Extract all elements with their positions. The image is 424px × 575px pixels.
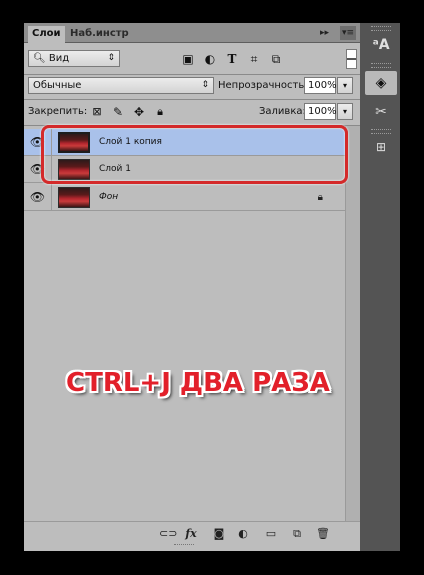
layers-icon[interactable]: ◈ bbox=[365, 71, 397, 95]
transform-icon[interactable]: ⌗ bbox=[246, 52, 262, 66]
blend-mode-value: Обычные bbox=[33, 80, 82, 91]
smart-object-icon[interactable]: ⧉ bbox=[268, 52, 284, 66]
text-icon[interactable]: T bbox=[224, 52, 240, 66]
opacity-input[interactable]: 100% bbox=[304, 77, 337, 94]
dock-grip[interactable] bbox=[371, 129, 391, 134]
layers-bottom-toolbar: ⊂⊃ fx ◙ ◐ ▭ ⧉ 🗑︎ bbox=[24, 521, 360, 551]
updown-icon: ⇕ bbox=[201, 80, 209, 90]
3d-icon[interactable]: ⊞ bbox=[365, 135, 397, 159]
link-icon[interactable]: ⊂⊃ bbox=[159, 527, 177, 541]
blend-mode-select[interactable]: Обычные ⇕ bbox=[28, 77, 214, 94]
lock-icon[interactable]: 🔒︎ bbox=[152, 105, 168, 119]
side-dock: ᵃA ◈ ✂ ⊞ bbox=[362, 23, 400, 551]
brush-icon[interactable]: ✎ bbox=[110, 105, 126, 119]
filter-toggle-switch[interactable] bbox=[346, 49, 357, 69]
adjustment-icon[interactable]: ◐ bbox=[236, 527, 250, 541]
layers-list: 👁︎ Слой 1 копия 👁︎ Слой 1 👁︎ Фон 🔒︎ bbox=[24, 126, 345, 521]
lock-label: Закрепить: bbox=[28, 106, 88, 117]
new-layer-icon[interactable]: ⧉ bbox=[290, 527, 304, 541]
layers-scrollbar[interactable] bbox=[345, 126, 360, 521]
layer-name: Фон bbox=[99, 192, 119, 202]
layer-row-background[interactable]: 👁︎ Фон 🔒︎ bbox=[24, 184, 345, 211]
separator bbox=[24, 74, 360, 75]
mask-icon[interactable]: ◙ bbox=[212, 527, 226, 541]
layers-panel: Слои Наб.инстр ▸▸ ▾≡ 🔍︎ Вид ⇕ ▣ ◐ T ⌗ ⧉ … bbox=[24, 23, 360, 551]
updown-icon: ⇕ bbox=[107, 53, 115, 63]
panel-tabbar: Слои Наб.инстр ▸▸ ▾≡ bbox=[24, 23, 360, 43]
folder-icon[interactable]: ▭ bbox=[264, 527, 278, 541]
lock-icon: 🔒︎ bbox=[317, 192, 323, 203]
resize-grip[interactable] bbox=[174, 544, 194, 547]
tab-tool-presets[interactable]: Наб.инстр bbox=[66, 26, 133, 43]
adjustment-circle-icon[interactable]: ◐ bbox=[202, 52, 218, 66]
opacity-dropdown-icon[interactable]: ▾ bbox=[337, 77, 353, 94]
trash-icon[interactable]: 🗑︎ bbox=[316, 527, 330, 541]
caption-text: CTRL+J ДВА РАЗА bbox=[66, 368, 330, 398]
kind-filter-select[interactable]: 🔍︎ Вид ⇕ bbox=[28, 50, 120, 67]
fill-input[interactable]: 100% bbox=[304, 103, 337, 120]
dock-grip[interactable] bbox=[371, 63, 391, 68]
panel-menu-icon[interactable]: ▾≡ bbox=[340, 26, 357, 40]
eye-icon[interactable]: 👁︎ bbox=[24, 184, 52, 211]
image-icon[interactable]: ▣ bbox=[180, 52, 196, 66]
lock-transparency-icon[interactable]: ⊠ bbox=[89, 105, 105, 119]
search-icon: 🔍︎ bbox=[33, 53, 46, 64]
separator bbox=[24, 99, 360, 100]
move-icon[interactable]: ✥ bbox=[131, 105, 147, 119]
layer-thumbnail bbox=[58, 187, 90, 208]
opacity-label: Непрозрачность: bbox=[218, 80, 308, 91]
fill-label: Заливка: bbox=[259, 106, 306, 117]
highlight-box bbox=[41, 125, 348, 184]
dock-grip[interactable] bbox=[371, 26, 391, 31]
collapse-icon[interactable]: ▸▸ bbox=[320, 26, 329, 40]
fill-dropdown-icon[interactable]: ▾ bbox=[337, 103, 353, 120]
kind-filter-value: Вид bbox=[48, 53, 70, 64]
tab-layers[interactable]: Слои bbox=[28, 26, 65, 43]
character-icon[interactable]: ᵃA bbox=[365, 33, 397, 57]
tools-icon[interactable]: ✂ bbox=[365, 100, 397, 124]
fx-icon[interactable]: fx bbox=[184, 527, 198, 541]
